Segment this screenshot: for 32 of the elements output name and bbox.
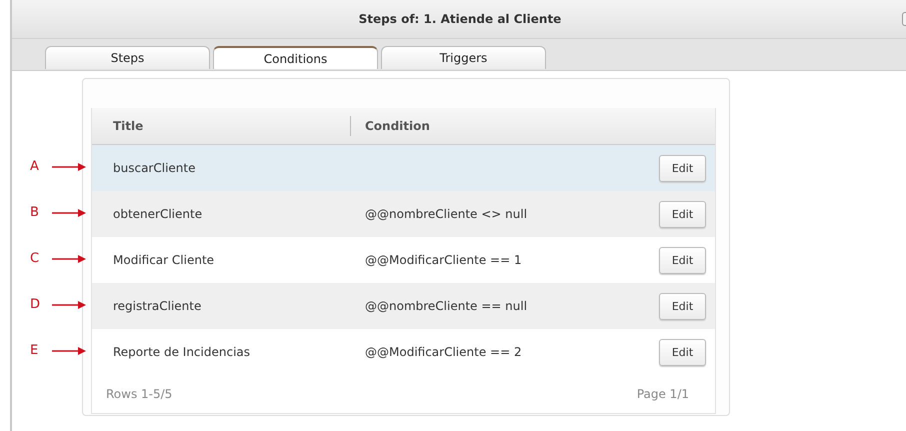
window-title: Steps of: 1. Atiende al Cliente xyxy=(358,12,562,26)
annotation-label: A xyxy=(30,159,40,174)
edit-button[interactable]: Edit xyxy=(659,200,706,228)
table-cell-text: registraCliente xyxy=(112,299,202,313)
table-cell-text: obtenerCliente xyxy=(112,207,204,221)
table-cell-text: buscarCliente xyxy=(112,161,196,175)
annotation-label: B xyxy=(30,205,40,220)
table-cell: @@ModificarCliente == 2 xyxy=(365,345,522,359)
table-cell: @@nombreCliente <> null xyxy=(365,207,528,221)
annotation-label: C xyxy=(30,251,40,266)
tab[interactable]: Steps xyxy=(45,46,210,69)
table-cell: @@ModificarCliente == 1 xyxy=(365,253,522,267)
arrow-icon xyxy=(52,254,86,264)
table-cell-text: Reporte de Incidencias xyxy=(112,345,252,359)
page-indicator: Page 1/1 xyxy=(636,387,689,401)
edit-button[interactable]: Edit xyxy=(659,292,706,320)
arrow-icon xyxy=(52,300,86,310)
tab[interactable]: Triggers xyxy=(381,46,546,69)
arrow-icon xyxy=(52,208,86,218)
row-count: Rows 1-5/5 xyxy=(106,387,172,401)
edit-button[interactable]: Edit xyxy=(659,338,706,366)
table-cell: @@nombreCliente == null xyxy=(365,299,528,313)
column-header: Condition xyxy=(364,119,430,133)
arrow-icon xyxy=(52,346,86,356)
arrow-icon xyxy=(52,162,86,172)
annotation-label: D xyxy=(30,297,42,312)
edit-button[interactable]: Edit xyxy=(659,154,706,182)
tab[interactable]: Conditions xyxy=(213,46,378,69)
edit-button[interactable]: Edit xyxy=(659,246,706,274)
column-header: Title xyxy=(92,116,351,136)
table-cell-text: Modificar Cliente xyxy=(112,253,216,267)
annotation-label: E xyxy=(30,343,40,358)
